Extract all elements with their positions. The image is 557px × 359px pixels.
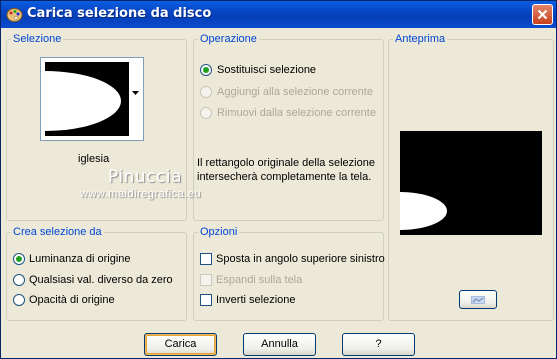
radio-qualsiasi[interactable] (13, 274, 25, 286)
checkbox-sposta[interactable] (200, 253, 212, 265)
checkbox-inverti[interactable] (200, 294, 212, 306)
anteprima-group: Anteprima (388, 33, 554, 321)
radio-aggiungi-label: Aggiungi alla selezione corrente (217, 86, 373, 98)
close-icon (537, 9, 548, 20)
crea-selezione-legend: Crea selezione da (11, 226, 104, 239)
window-title: Carica selezione da disco (27, 6, 212, 21)
preview-zoom-icon (471, 296, 485, 304)
radio-qualsiasi-label[interactable]: Qualsiasi val. diverso da zero (29, 274, 173, 287)
selection-thumbnail (45, 62, 129, 136)
watermark-name: Pinuccia (108, 167, 182, 187)
selection-picker[interactable] (40, 57, 144, 141)
operazione-legend: Operazione (198, 33, 259, 46)
checkbox-sposta-label[interactable]: Sposta in angolo superiore sinistro (216, 253, 385, 266)
radio-sostituisci[interactable] (200, 64, 212, 76)
opzioni-group: Opzioni Sposta in angolo superiore sinis… (193, 226, 385, 321)
annulla-button[interactable]: Annulla (243, 333, 316, 356)
radio-rimuovi-label: Rimuovi dalla selezione corrente (217, 107, 376, 119)
checkbox-espandi (200, 274, 212, 286)
operation-note-line2: intersecherà completamente la tela. (197, 171, 372, 183)
anteprima-legend: Anteprima (393, 33, 448, 46)
dialog-window: Carica selezione da disco Selezione igle… (0, 0, 557, 359)
opzioni-legend: Opzioni (198, 226, 240, 239)
crea-selezione-group: Crea selezione da Luminanza di origine Q… (6, 226, 187, 321)
selezione-legend: Selezione (11, 33, 64, 46)
carica-button[interactable]: Carica (144, 333, 217, 356)
watermark-url: www.maidiregrafica.eu (80, 188, 202, 200)
checkbox-inverti-label[interactable]: Inverti selezione (216, 294, 296, 307)
radio-opacita-label[interactable]: Opacità di origine (29, 294, 115, 307)
preview-canvas (400, 131, 542, 235)
radio-luminanza-label[interactable]: Luminanza di origine (29, 253, 131, 266)
radio-luminanza[interactable] (13, 253, 25, 265)
radio-sostituisci-label[interactable]: Sostituisci selezione (217, 64, 316, 77)
close-button[interactable] (532, 4, 553, 25)
title-bar[interactable]: Carica selezione da disco (1, 1, 556, 28)
selection-file-name: iglesia (78, 153, 110, 165)
radio-rimuovi (200, 107, 212, 119)
checkbox-espandi-label: Espandi sulla tela (216, 274, 303, 286)
preview-button[interactable] (459, 290, 497, 309)
radio-aggiungi (200, 86, 212, 98)
app-palette-icon (6, 8, 23, 22)
operazione-group: Operazione Sostituisci selezione Aggiung… (193, 33, 384, 221)
dropdown-arrow-icon[interactable] (132, 91, 139, 96)
help-button[interactable]: ? (342, 333, 415, 356)
operation-note-line1: Il rettangolo originale della selezione (197, 157, 375, 169)
radio-opacita[interactable] (13, 294, 25, 306)
